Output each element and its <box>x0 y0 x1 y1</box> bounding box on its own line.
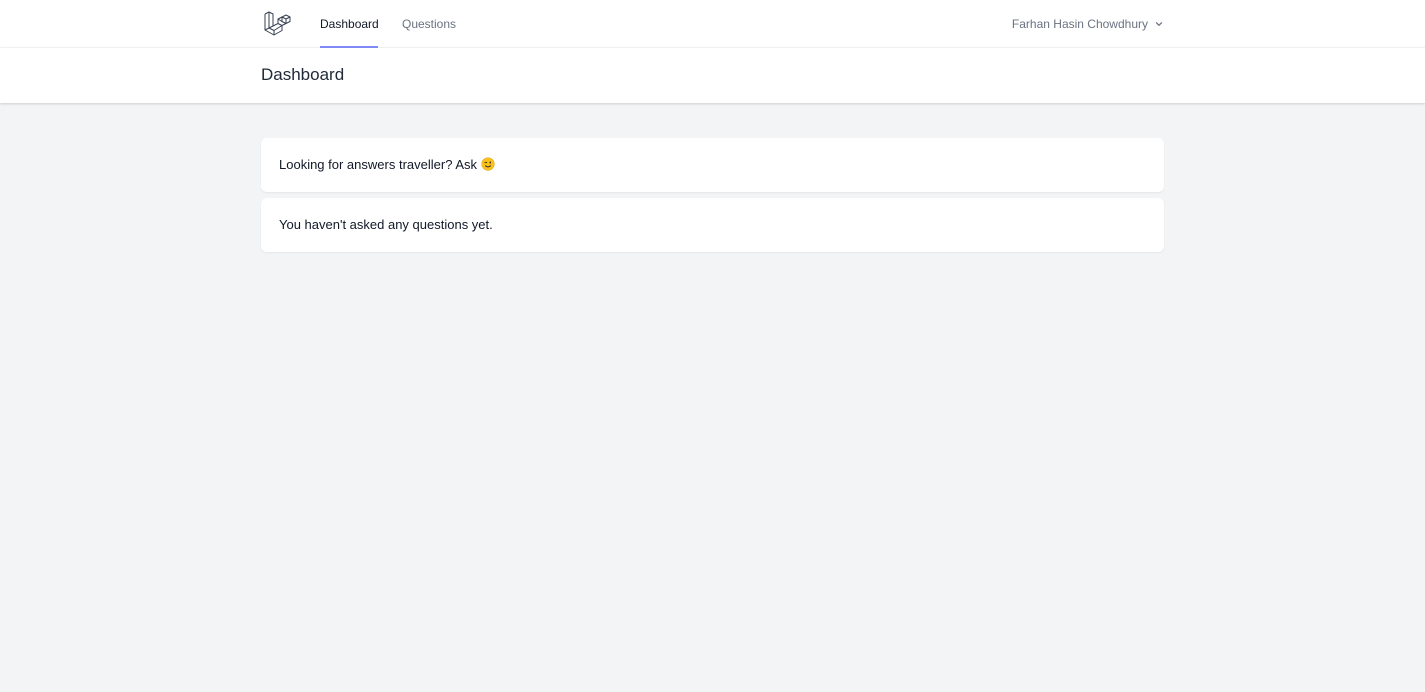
winking-face-icon <box>481 157 495 171</box>
chevron-down-icon <box>1155 22 1163 26</box>
ask-prompt: Looking for answers traveller? Ask <box>279 156 495 174</box>
nav-link-dashboard[interactable]: Dashboard <box>320 0 379 48</box>
page-header: Dashboard <box>0 48 1425 103</box>
ask-prompt-text[interactable]: Looking for answers traveller? Ask <box>279 157 477 172</box>
ask-question-card: Looking for answers traveller? Ask <box>261 138 1164 192</box>
laravel-logo-icon[interactable] <box>263 10 291 38</box>
user-menu-button[interactable]: Farhan Hasin Chowdhury <box>1012 0 1164 48</box>
empty-state-text: You haven't asked any questions yet. <box>279 217 493 232</box>
questions-empty-card: You haven't asked any questions yet. <box>261 198 1164 252</box>
navbar-inner: Dashboard Questions Farhan Hasin Chowdhu… <box>261 0 1164 48</box>
user-name: Farhan Hasin Chowdhury <box>1011 17 1148 31</box>
page-title: Dashboard <box>261 65 345 84</box>
nav-link-questions[interactable]: Questions <box>402 0 456 48</box>
top-navbar: Dashboard Questions Farhan Hasin Chowdhu… <box>0 0 1425 48</box>
